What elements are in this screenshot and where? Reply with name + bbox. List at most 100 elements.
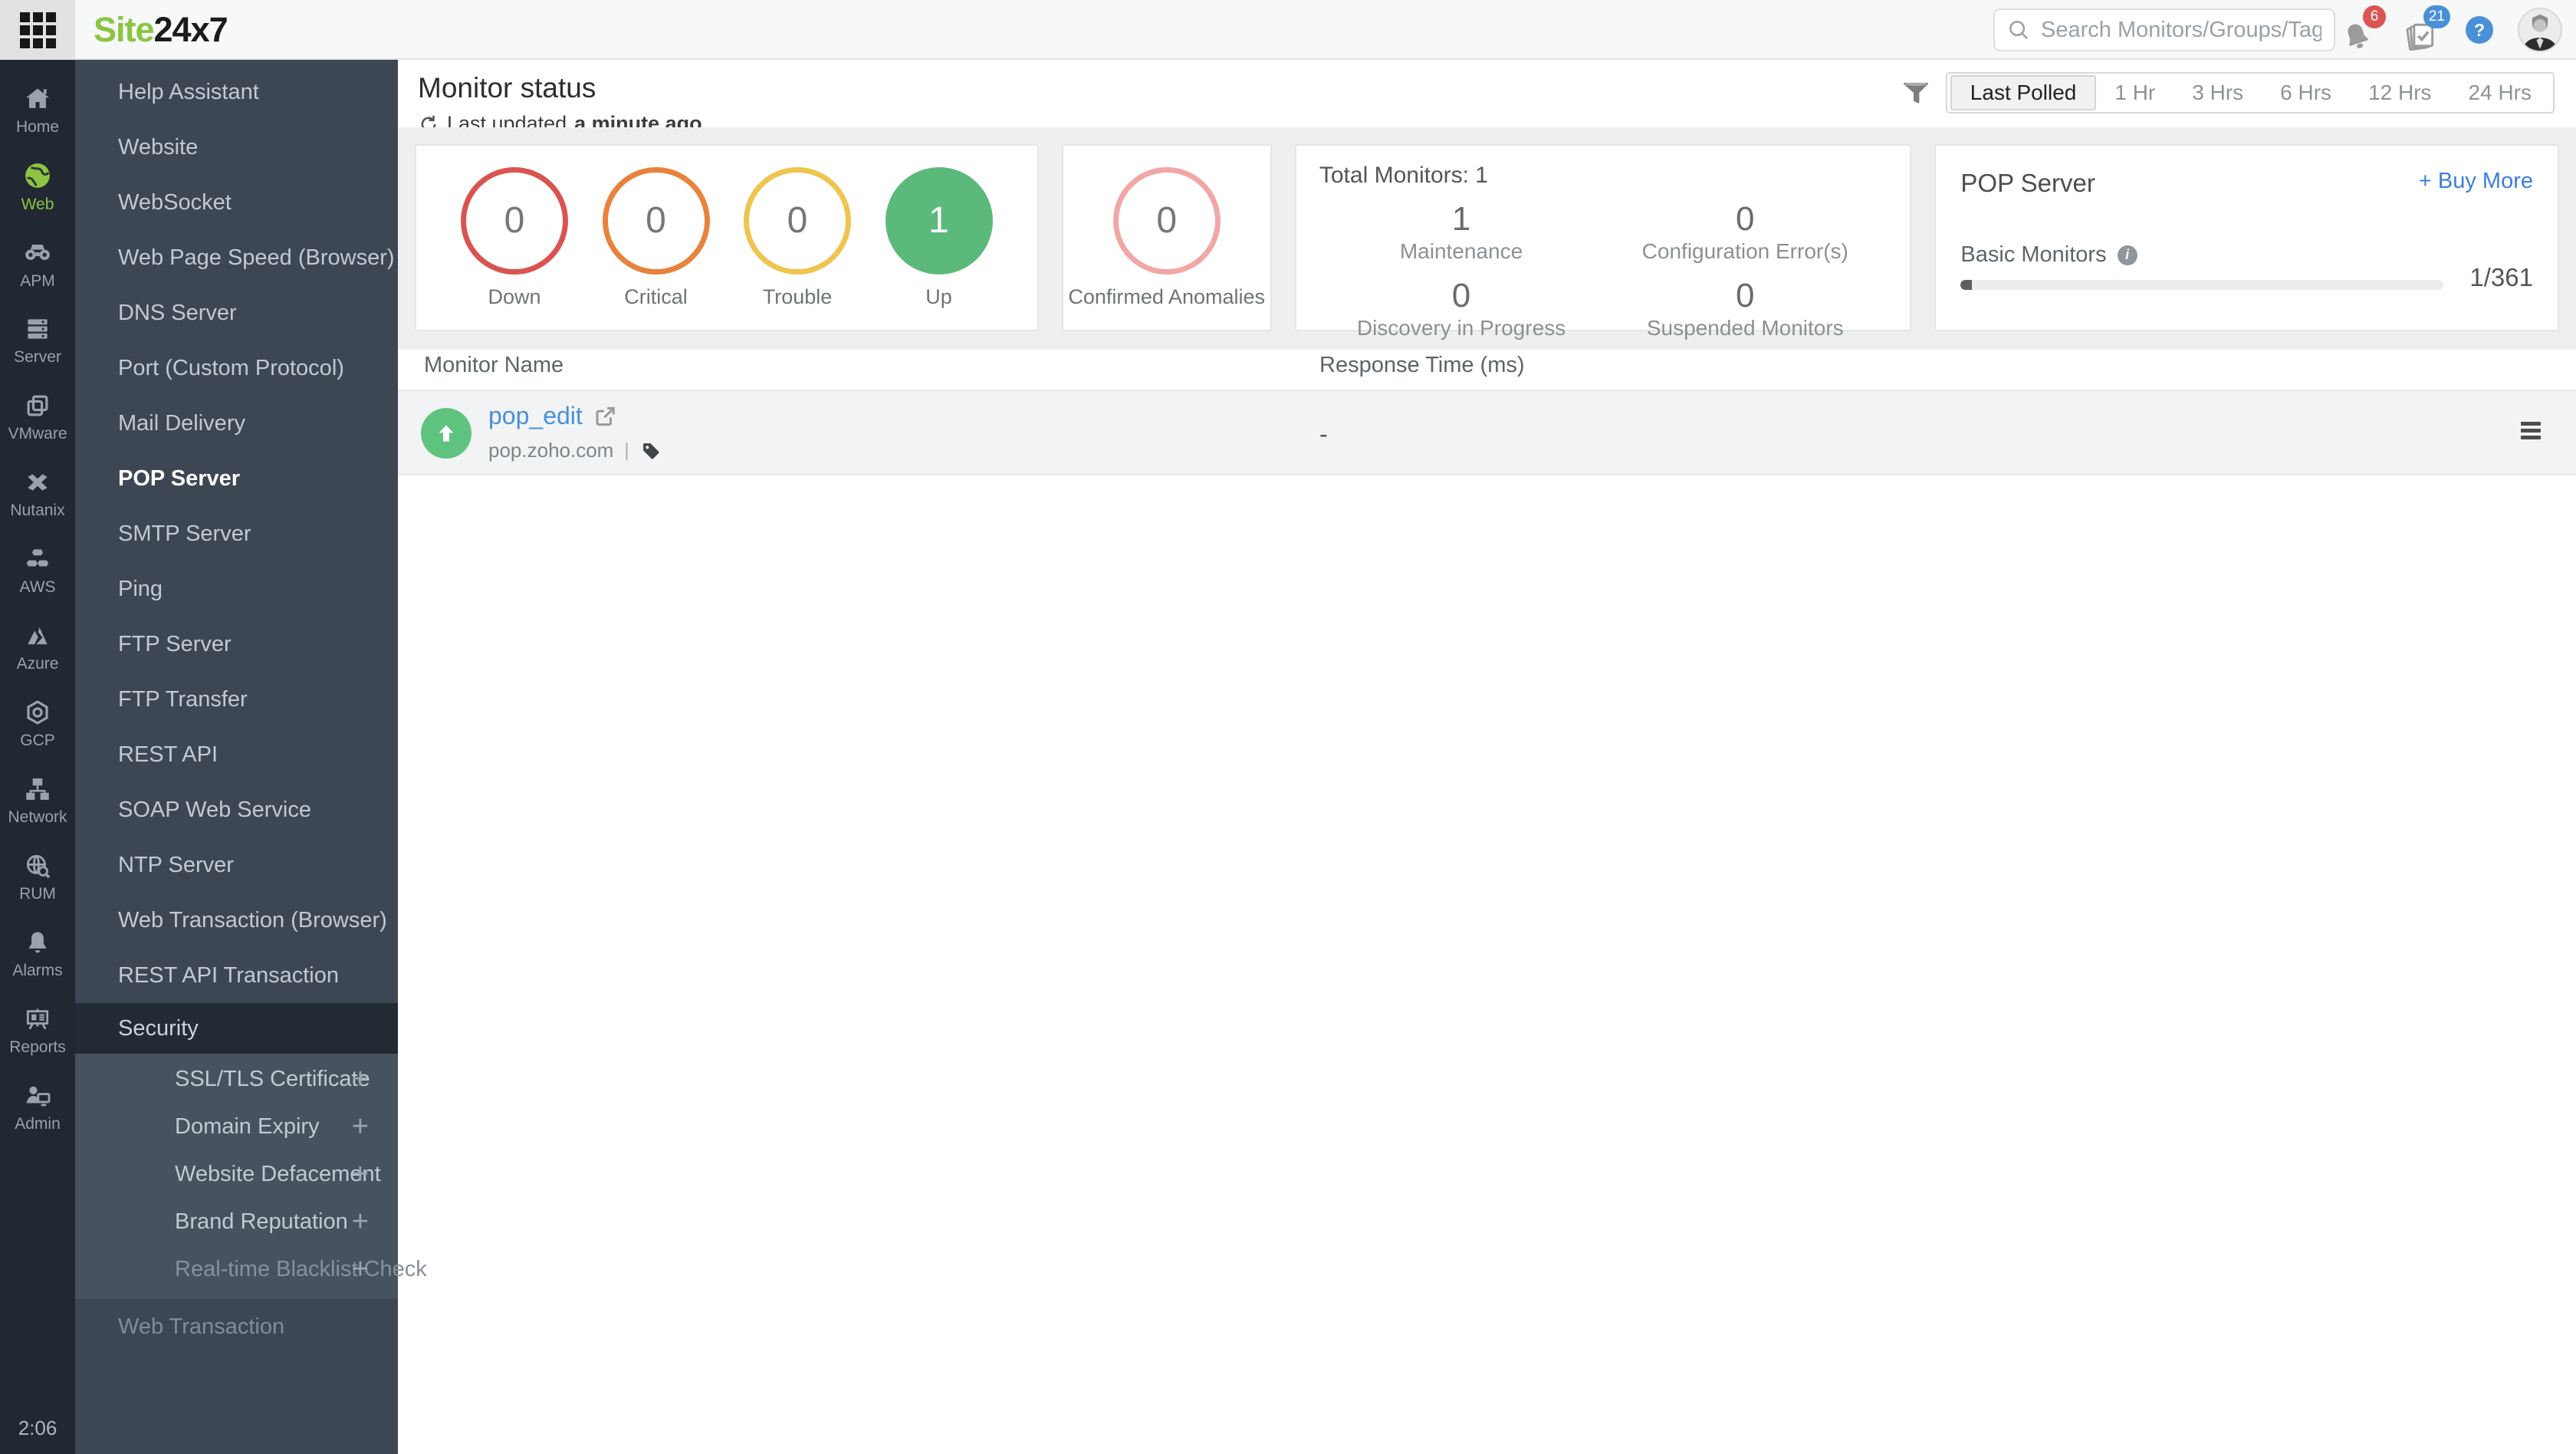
rail-item-aws[interactable]: AWS: [0, 532, 75, 609]
global-search[interactable]: [1993, 8, 2335, 51]
filter-6hrs[interactable]: 6 Hrs: [2262, 75, 2350, 110]
rail-label: AWS: [19, 578, 56, 596]
sidebar-item-web-page-speed[interactable]: Web Page Speed (Browser): [75, 230, 398, 285]
sidebar-item-soap-web-service[interactable]: SOAP Web Service: [75, 782, 398, 837]
table-row[interactable]: pop_edit pop.zoho.com | -: [398, 390, 2576, 475]
sidebar-item-pop-server[interactable]: POP Server: [75, 451, 398, 506]
column-monitor-name[interactable]: Monitor Name: [424, 353, 564, 378]
rail-item-rum[interactable]: RUM: [0, 839, 75, 916]
up-arrow-icon: [439, 425, 454, 442]
rail-item-alarms[interactable]: Alarms: [0, 916, 75, 992]
buy-more-link[interactable]: + Buy More: [2419, 169, 2533, 194]
rail-label: Azure: [16, 655, 59, 673]
rail-item-web[interactable]: Web: [0, 149, 75, 225]
row-menu-icon[interactable]: [2521, 422, 2541, 442]
anomalies-count: 0: [1112, 166, 1221, 275]
monitor-type-sidebar: Help Assistant Website WebSocket Web Pag…: [75, 60, 427, 1454]
filter-funnel-icon[interactable]: [1900, 77, 1932, 109]
user-avatar[interactable]: [2518, 8, 2562, 52]
trouble-count: 0: [744, 166, 851, 275]
logo-part-site: Site: [94, 10, 155, 49]
external-link-icon[interactable]: [593, 405, 616, 428]
plus-icon[interactable]: +: [352, 1245, 369, 1293]
sidebar-item-website-defacement[interactable]: Website Defacement +: [75, 1150, 398, 1198]
sidebar-item-domain-expiry[interactable]: Domain Expiry +: [75, 1103, 398, 1150]
sidebar-item-website[interactable]: Website: [75, 120, 398, 175]
notifications-button[interactable]: 6: [2337, 5, 2386, 53]
sidebar-item-ftp-transfer[interactable]: FTP Transfer: [75, 672, 398, 727]
tag-icon[interactable]: [640, 440, 662, 462]
search-input[interactable]: [2041, 17, 2321, 43]
sidebar-section-security[interactable]: Security: [75, 1003, 398, 1054]
sidebar-item-ping[interactable]: Ping: [75, 561, 398, 617]
stat-suspended-monitors[interactable]: 0 Suspended Monitors: [1603, 278, 1887, 340]
plus-icon[interactable]: +: [352, 1055, 369, 1103]
aws-icon: [26, 549, 49, 567]
rail-item-network[interactable]: Network: [0, 762, 75, 839]
sidebar-item-ftp-server[interactable]: FTP Server: [75, 617, 398, 672]
rail-item-nutanix[interactable]: Nutanix: [0, 456, 75, 532]
monitor-table: Monitor Name Response Time (ms) pop_edit…: [398, 345, 2576, 475]
anomalies-label: Confirmed Anomalies: [1068, 285, 1265, 308]
sidebar-item-smtp-server[interactable]: SMTP Server: [75, 506, 398, 561]
rail-item-admin[interactable]: Admin: [0, 1069, 75, 1146]
sidebar-item-websocket[interactable]: WebSocket: [75, 175, 398, 230]
rail-item-home[interactable]: Home: [0, 72, 75, 149]
column-response-time[interactable]: Response Time (ms): [1319, 353, 1525, 378]
page-title: Monitor status: [418, 72, 596, 104]
summary-cards: 0 Down 0 Critical 0 Trouble 1 Up 0 Confi…: [398, 127, 2576, 350]
sidebar-item-web-transaction-browser[interactable]: Web Transaction (Browser): [75, 893, 398, 948]
plus-icon[interactable]: +: [352, 1198, 369, 1245]
info-icon[interactable]: i: [2117, 245, 2137, 265]
rail-item-reports[interactable]: Reports: [0, 992, 75, 1069]
globe-icon: [25, 163, 50, 188]
rail-label: GCP: [20, 732, 55, 749]
critical-count: 0: [602, 166, 710, 275]
plus-icon[interactable]: +: [352, 1103, 369, 1150]
response-time-value: -: [1319, 420, 1328, 448]
sidebar-item-realtime-blacklist-check[interactable]: Real-time Blacklist Check +: [75, 1245, 427, 1293]
stat-maintenance[interactable]: 1 Maintenance: [1319, 201, 1603, 264]
rail-item-apm[interactable]: APM: [0, 225, 75, 302]
main-content: Monitor status Last updated a minute ago…: [398, 60, 2576, 1454]
question-icon: ?: [2473, 19, 2486, 40]
sidebar-item-rest-api[interactable]: REST API: [75, 727, 398, 782]
filter-24hrs[interactable]: 24 Hrs: [2450, 75, 2550, 110]
monitor-link[interactable]: pop_edit: [488, 402, 583, 430]
down-count: 0: [461, 166, 568, 275]
sidebar-item-brand-reputation[interactable]: Brand Reputation +: [75, 1198, 398, 1245]
server-icon: [28, 319, 48, 339]
sidebar-item-web-transaction[interactable]: Web Transaction: [75, 1299, 398, 1354]
sidebar-item-dns-server[interactable]: DNS Server: [75, 285, 398, 340]
rail-item-gcp[interactable]: GCP: [0, 686, 75, 762]
rail-item-azure[interactable]: Azure: [0, 609, 75, 686]
sidebar-item-port[interactable]: Port (Custom Protocol): [75, 340, 398, 396]
total-monitors-title: Total Monitors: 1: [1319, 163, 1488, 188]
rail-item-server[interactable]: Server: [0, 302, 75, 379]
status-circles-card: 0 Down 0 Critical 0 Trouble 1 Up: [415, 144, 1039, 331]
tasks-button[interactable]: 21: [2401, 5, 2450, 53]
icon-rail: Home Web APM Server VMware Nutanix AWS A…: [0, 60, 75, 1454]
sidebar-item-ssl-tls-certificate[interactable]: SSL/TLS Certificate +: [75, 1055, 398, 1103]
help-button[interactable]: ?: [2466, 16, 2493, 44]
filter-12hrs[interactable]: 12 Hrs: [2350, 75, 2450, 110]
time-range-control: Last Polled 1 Hr 3 Hrs 6 Hrs 12 Hrs 24 H…: [1945, 72, 2555, 113]
stat-configuration-errors[interactable]: 0 Configuration Error(s): [1603, 201, 1887, 264]
sidebar-item-ntp-server[interactable]: NTP Server: [75, 837, 398, 893]
status-trouble[interactable]: 0 Trouble: [744, 166, 851, 309]
sidebar-item-help-assistant[interactable]: Help Assistant: [75, 64, 398, 120]
sidebar-item-mail-delivery[interactable]: Mail Delivery: [75, 396, 398, 451]
stat-discovery-in-progress[interactable]: 0 Discovery in Progress: [1319, 278, 1603, 340]
sidebar-item-rest-api-transaction[interactable]: REST API Transaction: [75, 948, 398, 1003]
filter-3hrs[interactable]: 3 Hrs: [2174, 75, 2262, 110]
status-up[interactable]: 1 Up: [885, 166, 993, 309]
status-critical[interactable]: 0 Critical: [602, 166, 710, 309]
plus-icon[interactable]: +: [352, 1150, 369, 1198]
filter-last-polled[interactable]: Last Polled: [1950, 75, 2097, 110]
status-down[interactable]: 0 Down: [461, 166, 568, 309]
app-grid-button[interactable]: [0, 0, 75, 60]
site24x7-logo[interactable]: Site 24x7: [94, 0, 228, 60]
rail-item-vmware[interactable]: VMware: [0, 379, 75, 456]
anomalies-card[interactable]: 0 Confirmed Anomalies: [1061, 144, 1272, 331]
filter-1hr[interactable]: 1 Hr: [2096, 75, 2174, 110]
